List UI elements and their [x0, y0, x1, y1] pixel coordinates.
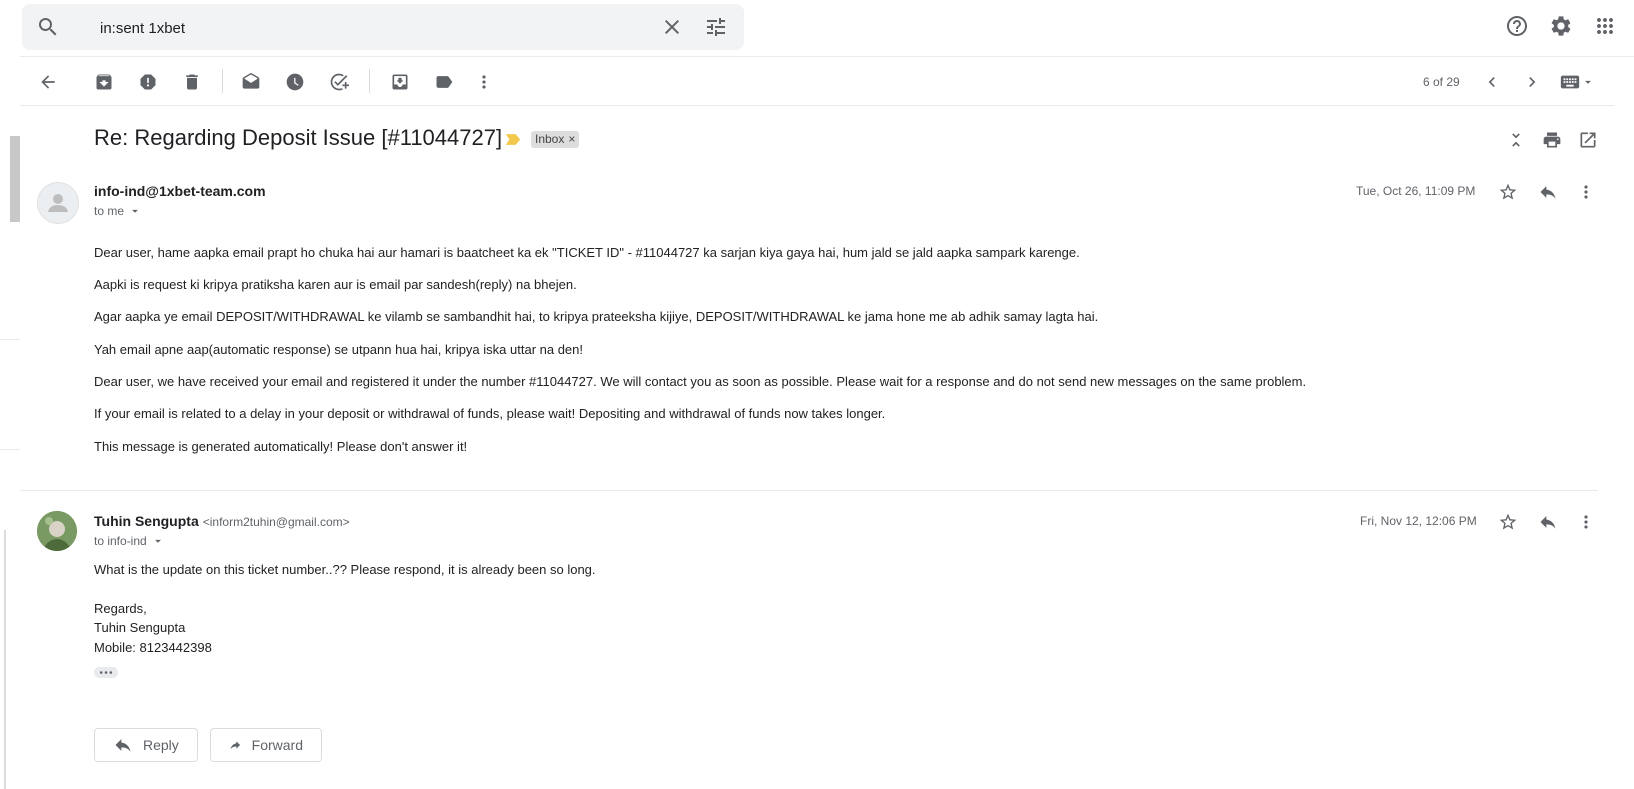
signature-line: Tuhin Sengupta [94, 620, 186, 635]
reply-button-label: Reply [143, 737, 179, 753]
message-divider [20, 490, 1598, 491]
profile-photo-icon [37, 511, 77, 551]
archive-icon[interactable] [93, 71, 115, 93]
sender-name[interactable]: info-ind@1xbet-team.com [94, 183, 266, 199]
snooze-clock-icon[interactable] [284, 71, 306, 93]
recipient-text: to me [94, 204, 125, 218]
sender-avatar [37, 182, 79, 224]
search-options-icon[interactable] [704, 15, 728, 44]
toolbar-divider [369, 69, 370, 93]
label-chip-text: Inbox [535, 132, 565, 146]
message-paragraph: Dear user, we have received your email a… [94, 374, 1307, 389]
left-panel-scroll-indicator [10, 136, 20, 222]
input-tools-keyboard-icon[interactable] [1557, 71, 1597, 93]
reply-icon[interactable] [1537, 181, 1559, 203]
help-icon[interactable] [1505, 14, 1529, 43]
message-paragraph: If your email is related to a delay in y… [94, 406, 886, 421]
reply-icon [115, 739, 131, 752]
thread-subject: Re: Regarding Deposit Issue [#11044727] [94, 125, 503, 150]
sender-name[interactable]: Tuhin Sengupta [94, 513, 199, 529]
message-paragraph: Dear user, hame aapka email prapt ho chu… [94, 245, 1080, 260]
sender-avatar[interactable] [37, 511, 77, 551]
open-new-window-icon[interactable] [1577, 129, 1599, 151]
show-details-icon[interactable] [128, 204, 142, 218]
left-panel-border [4, 530, 6, 789]
forward-button[interactable]: Forward [210, 728, 322, 762]
recipient-line[interactable]: to me [94, 204, 142, 218]
message-more-icon[interactable] [1575, 511, 1597, 533]
recipient-text: to info-ind [94, 534, 147, 548]
message-date: Tue, Oct 26, 11:09 PM [1356, 184, 1476, 198]
default-avatar-icon [48, 194, 68, 212]
apps-grid-icon[interactable] [1593, 14, 1617, 43]
settings-gear-icon[interactable] [1549, 14, 1573, 43]
message-paragraph: Agar aapka ye email DEPOSIT/WITHDRAWAL k… [94, 309, 1099, 324]
forward-button-label: Forward [251, 737, 303, 753]
left-panel-divider [0, 339, 20, 340]
label-chip-inbox[interactable]: Inbox × [531, 131, 580, 148]
print-icon[interactable] [1541, 129, 1563, 151]
message-paragraph: Aapki is request ki kripya pratiksha kar… [94, 277, 577, 292]
collapse-all-icon[interactable] [1505, 129, 1527, 151]
message-paragraph: What is the update on this ticket number… [94, 562, 596, 577]
toolbar-divider [20, 105, 1614, 106]
signature-line: Regards, [94, 601, 147, 616]
label-tag-icon[interactable] [433, 71, 455, 93]
message-paragraph: This message is generated automatically!… [94, 439, 468, 454]
important-marker-icon[interactable] [504, 133, 522, 151]
sender-email: <inform2tuhin@gmail.com> [202, 515, 350, 529]
toolbar-divider [222, 69, 223, 93]
left-panel-divider [0, 449, 20, 450]
star-icon[interactable] [1497, 181, 1519, 203]
star-icon[interactable] [1497, 511, 1519, 533]
reply-icon[interactable] [1537, 511, 1559, 533]
reply-button[interactable]: Reply [94, 728, 198, 762]
pagination-count: 6 of 29 [1423, 75, 1460, 89]
clear-search-icon[interactable] [660, 15, 684, 44]
more-options-icon[interactable] [473, 71, 495, 93]
add-to-tasks-icon[interactable] [328, 71, 350, 93]
message-more-icon[interactable] [1575, 181, 1597, 203]
move-to-icon[interactable] [389, 71, 411, 93]
header-divider [20, 56, 1634, 57]
report-spam-icon[interactable] [137, 71, 159, 93]
sender-line[interactable]: Tuhin Sengupta <inform2tuhin@gmail.com> [94, 513, 350, 529]
delete-trash-icon[interactable] [181, 71, 203, 93]
search-icon[interactable] [36, 15, 60, 44]
message-date: Fri, Nov 12, 12:06 PM [1360, 514, 1477, 528]
older-chevron-right-icon[interactable] [1521, 71, 1543, 93]
back-arrow-icon[interactable] [37, 71, 59, 93]
mark-unread-icon[interactable] [240, 71, 262, 93]
show-details-icon[interactable] [151, 534, 165, 548]
remove-label-icon[interactable]: × [568, 131, 575, 148]
message-paragraph: Yah email apne aap(automatic response) s… [94, 342, 584, 357]
newer-chevron-left-icon[interactable] [1481, 71, 1503, 93]
search-bar[interactable]: in:sent 1xbet [22, 4, 744, 50]
forward-icon [230, 741, 241, 750]
search-input[interactable]: in:sent 1xbet [100, 20, 185, 37]
show-trimmed-content-icon[interactable] [94, 667, 118, 678]
signature-line: Mobile: 8123442398 [94, 640, 212, 655]
recipient-line[interactable]: to info-ind [94, 534, 165, 548]
